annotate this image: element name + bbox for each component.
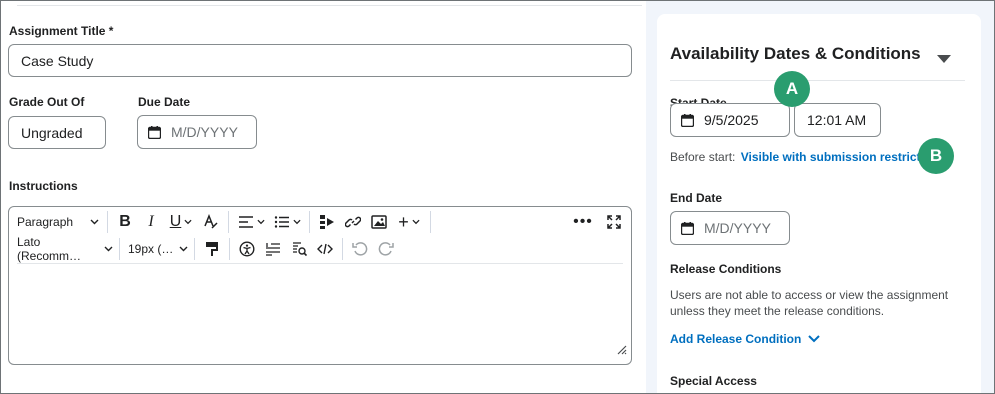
more-options-icon[interactable]: •••	[570, 209, 596, 235]
special-access-title: Special Access	[670, 374, 757, 388]
font-size-label: 19px (…	[128, 242, 174, 256]
toolbar-separator	[342, 238, 343, 260]
source-code-icon[interactable]	[312, 236, 338, 262]
start-time-input[interactable]: 12:01 AM	[794, 103, 881, 137]
assignment-title-value: Case Study	[21, 52, 94, 69]
instructions-label: Instructions	[9, 179, 78, 193]
toolbar-separator	[119, 238, 120, 260]
start-date-input[interactable]: 9/5/2025	[670, 103, 790, 137]
due-date-placeholder: M/D/YYYY	[171, 124, 238, 140]
grade-out-of-input[interactable]: Ungraded	[8, 116, 106, 149]
toolbar-separator	[107, 211, 108, 233]
instructions-editor: Paragraph B I U + ••• Lato (Recomm… 19px…	[8, 206, 632, 365]
release-conditions-description: Users are not able to access or view the…	[670, 287, 948, 319]
paragraph-format-dropdown[interactable]: Paragraph	[17, 209, 99, 235]
card-divider	[670, 80, 965, 81]
word-count-icon[interactable]	[260, 236, 286, 262]
fullscreen-icon[interactable]	[601, 209, 627, 235]
release-conditions-title: Release Conditions	[670, 262, 782, 276]
insert-media-icon[interactable]	[314, 209, 340, 235]
format-painter-icon[interactable]	[199, 236, 225, 262]
font-size-dropdown[interactable]: 19px (…	[128, 236, 188, 262]
grade-out-of-value: Ungraded	[21, 124, 83, 141]
callout-badge-a: A	[774, 71, 810, 107]
italic-icon[interactable]: I	[138, 209, 164, 235]
link-icon[interactable]	[340, 209, 366, 235]
editor-toolbar-row-2: Lato (Recomm… 19px (…	[17, 235, 399, 263]
release-desc-line-2: unless they meet the release conditions.	[670, 304, 885, 318]
start-date-value: 9/5/2025	[704, 112, 759, 128]
top-divider	[17, 1, 642, 6]
underline-icon[interactable]: U	[164, 209, 198, 235]
calendar-icon	[681, 113, 694, 127]
chevron-down-icon	[90, 219, 99, 225]
toolbar-separator	[229, 238, 230, 260]
text-color-icon[interactable]	[198, 209, 224, 235]
font-family-label: Lato (Recomm…	[17, 235, 82, 263]
due-date-label: Due Date	[138, 95, 191, 109]
calendar-icon	[681, 221, 694, 235]
redo-icon[interactable]	[373, 236, 399, 262]
toolbar-separator	[228, 211, 229, 233]
editor-toolbar-row-1: Paragraph B I U +	[17, 209, 435, 235]
before-start-label: Before start:	[670, 150, 736, 164]
toolbar-separator	[309, 211, 310, 233]
chevron-down-icon	[104, 246, 113, 252]
callout-badge-b: B	[918, 138, 954, 174]
assignment-title-input[interactable]: Case Study	[8, 44, 632, 77]
assignment-title-label: Assignment Title *	[9, 24, 114, 38]
assignment-editor-window: Assignment Title * Case Study Grade Out …	[0, 0, 995, 394]
bold-icon[interactable]: B	[112, 209, 138, 235]
toolbar-divider	[17, 263, 623, 264]
chevron-down-icon	[808, 335, 821, 343]
insert-image-icon[interactable]	[366, 209, 392, 235]
end-date-label: End Date	[670, 191, 723, 205]
availability-title: Availability Dates & Conditions	[670, 44, 921, 63]
list-icon[interactable]	[269, 209, 305, 235]
end-date-input[interactable]: M/D/YYYY	[670, 211, 790, 245]
toolbar-separator	[194, 238, 195, 260]
assignment-main-panel: Assignment Title * Case Study Grade Out …	[1, 1, 646, 393]
font-family-dropdown[interactable]: Lato (Recomm…	[17, 235, 113, 263]
before-start-row: Before start: Visible with submission re…	[670, 150, 935, 164]
add-release-condition-label: Add Release Condition	[670, 332, 802, 346]
align-icon[interactable]	[233, 209, 269, 235]
due-date-input[interactable]: M/D/YYYY	[137, 115, 257, 149]
instructions-text-area[interactable]	[17, 267, 623, 356]
chevron-down-icon	[179, 246, 188, 252]
release-desc-line-1: Users are not able to access or view the…	[670, 288, 949, 302]
insert-plus-icon[interactable]: +	[392, 209, 426, 235]
visibility-link[interactable]: Visible with submission restricted	[741, 150, 935, 164]
collapse-caret-icon[interactable]	[937, 50, 951, 68]
end-date-placeholder: M/D/YYYY	[704, 220, 771, 236]
toolbar-separator	[430, 211, 431, 233]
calendar-icon	[148, 125, 161, 139]
accessibility-checker-icon[interactable]	[234, 236, 260, 262]
availability-sidebar: Availability Dates & Conditions Start Da…	[646, 1, 994, 393]
grade-out-of-label: Grade Out Of	[9, 95, 85, 109]
add-release-condition-button[interactable]: Add Release Condition	[670, 332, 821, 346]
undo-icon[interactable]	[347, 236, 373, 262]
paragraph-format-label: Paragraph	[17, 215, 74, 229]
find-replace-icon[interactable]	[286, 236, 312, 262]
resize-handle-icon[interactable]	[616, 342, 627, 360]
availability-card: Availability Dates & Conditions Start Da…	[657, 14, 981, 393]
start-time-value: 12:01 AM	[807, 112, 867, 128]
